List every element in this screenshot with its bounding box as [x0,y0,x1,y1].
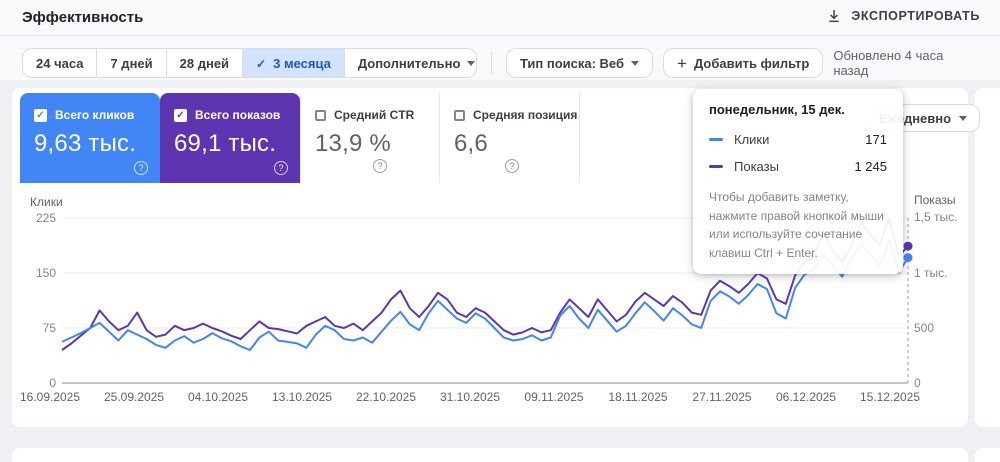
tab-total-impressions[interactable]: Всего показов 69,1 тыс. [160,93,300,183]
performance-card: Всего кликов 9,63 тыс. Всего показов 69,… [12,88,968,427]
y-tick: 75 [12,321,56,335]
y-tick: 225 [12,211,56,225]
chevron-down-icon [631,61,639,66]
help-icon[interactable] [373,159,387,173]
tab-average-ctr[interactable]: Средний CTR 13,9 % [300,93,440,183]
toolbar-separator [491,52,492,74]
add-filter-chip[interactable]: Добавить фильтр [663,48,823,78]
chart-tooltip: понедельник, 15 дек. Клики 171 Показы 1 … [693,89,903,274]
right-axis-title: Показы [914,193,955,207]
tooltip-note: Чтобы добавить заметку, нажмите правой к… [709,188,887,262]
clicks-swatch [709,138,723,142]
y-tick: 500 [914,321,968,335]
ctr-value: 13,9 % [315,130,391,158]
y-tick: 150 [12,266,56,280]
impressions-swatch [709,165,723,169]
search-type-chip[interactable]: Тип поиска: Веб [506,48,653,78]
download-icon [826,8,842,24]
chevron-down-icon [959,116,967,121]
checkbox-position-unchecked[interactable] [454,110,465,121]
y-tick: 1,5 тыс. [914,210,968,224]
help-icon[interactable] [505,159,519,173]
next-section-panel [975,448,1000,462]
tab-average-position[interactable]: Средняя позиция 6,6 [440,93,580,183]
y-tick: 1 тыс. [914,266,968,280]
checkbox-clicks-checked[interactable] [34,109,47,122]
metric-tabs: Всего кликов 9,63 тыс. Всего показов 69,… [20,93,580,183]
range-3m-selected[interactable]: 3 месяца [242,49,344,77]
help-icon[interactable] [274,161,288,175]
tooltip-date: понедельник, 15 дек. [709,102,887,117]
checkbox-ctr-unchecked[interactable] [315,110,326,121]
filter-toolbar: 24 часа 7 дней 28 дней 3 месяца Дополнит… [22,48,978,78]
adjacent-panel [975,88,1000,427]
clicks-value: 9,63 тыс. [34,130,136,158]
y-tick: 0 [914,376,968,390]
checkbox-impressions-checked[interactable] [174,109,187,122]
page-title: Эффективность [22,9,143,26]
help-icon[interactable] [134,161,148,175]
header-divider [0,35,1000,36]
chevron-down-icon [467,61,475,66]
position-value: 6,6 [454,130,488,158]
impressions-hover-dot [904,242,913,251]
range-7d[interactable]: 7 дней [96,49,165,77]
plus-icon [677,55,687,72]
clicks-hover-dot [904,253,913,262]
range-28d[interactable]: 28 дней [166,49,242,77]
last-updated-text: Обновлено 4 часа назад [833,48,978,78]
y-tick: 0 [12,376,56,390]
export-label: ЭКСПОРТИРОВАТЬ [851,9,980,23]
next-section-card [12,448,968,462]
x-axis-labels: 16.09.2025 25.09.2025 04.10.2025 13.10.2… [8,390,932,404]
range-more-dropdown[interactable]: Дополнительно [344,49,477,77]
export-button[interactable]: ЭКСПОРТИРОВАТЬ [826,8,980,24]
tooltip-row-clicks: Клики 171 [709,126,887,153]
left-axis-title: Клики [30,195,63,209]
range-24h[interactable]: 24 часа [23,49,96,77]
date-range-control: 24 часа 7 дней 28 дней 3 месяца Дополнит… [22,48,477,78]
check-icon [256,56,266,71]
tab-total-clicks[interactable]: Всего кликов 9,63 тыс. [20,93,160,183]
impressions-value: 69,1 тыс. [174,130,276,158]
tooltip-row-impressions: Показы 1 245 [709,153,887,180]
